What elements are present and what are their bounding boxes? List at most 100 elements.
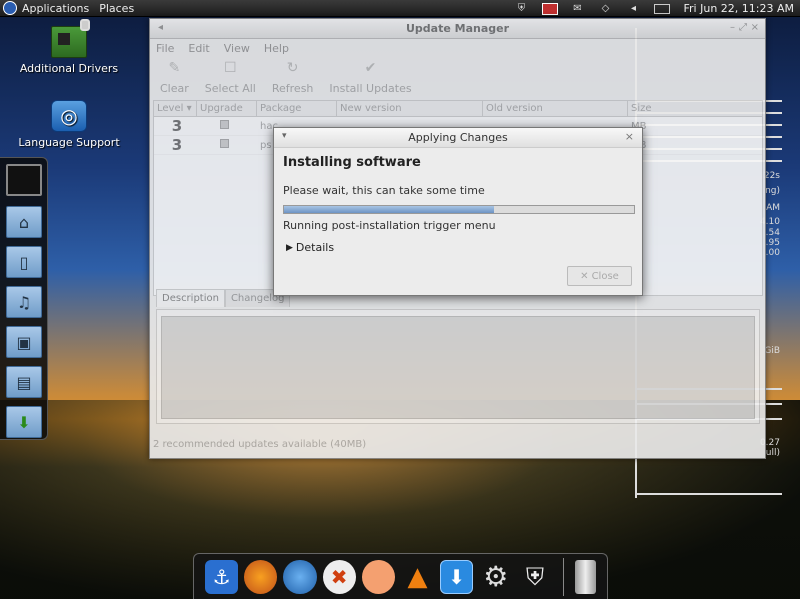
settings-gear-icon[interactable]: ⚙ <box>479 560 512 594</box>
menu-help[interactable]: Help <box>264 42 289 55</box>
conky-value: .00 <box>765 248 780 258</box>
upgrade-checkbox[interactable] <box>220 139 229 148</box>
top-panel: Applications Places ⛨ ✉ ◇ ◂ Fri Jun 22, … <box>0 0 800 17</box>
applications-menu[interactable]: Applications <box>22 2 89 15</box>
select-all-button[interactable]: ☐ Select All <box>205 60 256 95</box>
progress-status-text: Running post-installation trigger menu <box>283 219 496 232</box>
status-text: 2 recommended updates available (40MB) <box>153 439 367 450</box>
home-folder-icon[interactable]: ⌂ <box>6 206 42 238</box>
conky-value: AM <box>766 203 780 213</box>
volume-icon[interactable]: ◂ <box>626 3 642 15</box>
pictures-folder-icon[interactable]: ▣ <box>6 326 42 358</box>
conky-value: .54 <box>765 228 780 238</box>
select-all-label: Select All <box>204 82 256 95</box>
column-level[interactable]: Level ▾ <box>154 101 197 116</box>
thunderbird-icon[interactable] <box>283 559 317 594</box>
chat-icon[interactable]: ✖ <box>322 559 356 594</box>
conky-value: 22s <box>763 171 780 181</box>
dialog-close-icon[interactable]: × <box>625 130 634 143</box>
language-globe-icon: ◎ <box>51 100 87 132</box>
dialog-subtitle: Please wait, this can take some time <box>283 184 485 197</box>
column-size[interactable]: Size <box>628 101 762 116</box>
security-shield-icon[interactable]: ⛨ <box>518 560 551 594</box>
mail-icon[interactable]: ✉ <box>570 3 586 15</box>
maximize-icon[interactable]: ⤢ <box>739 22 747 33</box>
monitor-icon[interactable] <box>6 164 42 196</box>
close-label: Close <box>591 270 619 282</box>
close-icon[interactable]: × <box>751 22 759 33</box>
progress-fill <box>284 206 494 213</box>
documents-folder-icon[interactable]: ▯ <box>6 246 42 278</box>
applying-changes-dialog: ▾ Applying Changes × Installing software… <box>273 127 643 296</box>
menu-file[interactable]: File <box>156 42 174 55</box>
dialog-title: Applying Changes <box>408 131 508 144</box>
driver-chip-icon <box>51 19 90 58</box>
places-menu[interactable]: Places <box>99 2 134 15</box>
clear-button[interactable]: ✎ Clear <box>160 60 189 95</box>
close-button[interactable]: ✕ Close <box>567 266 632 286</box>
conky-value: ng) <box>765 186 780 196</box>
videos-folder-icon[interactable]: ▤ <box>6 366 42 398</box>
details-label: Details <box>295 241 335 254</box>
install-label: Install Updates <box>329 82 412 95</box>
window-titlebar[interactable]: ◂ Update Manager – ⤢ × <box>150 19 765 39</box>
downloads-folder-icon[interactable]: ⬇ <box>6 406 42 438</box>
firefox-icon[interactable] <box>244 559 278 594</box>
column-new-version[interactable]: New version <box>337 101 483 116</box>
conky-value: GiB <box>764 346 780 356</box>
download-icon[interactable]: ⬇ <box>440 559 474 594</box>
system-tray: ⛨ ✉ ◇ ◂ Fri Jun 22, 11:23 AM <box>508 0 800 17</box>
description-text-area[interactable] <box>161 316 755 419</box>
install-progress-bar <box>283 205 635 214</box>
install-updates-button[interactable]: ✔ Install Updates <box>329 60 411 95</box>
anchor-icon[interactable]: ⚓ <box>205 559 239 594</box>
keyboard-flag-icon[interactable] <box>541 2 558 15</box>
display-icon[interactable] <box>653 3 670 14</box>
conky-value: ull) <box>765 448 780 458</box>
details-tabs: Description Changelog <box>156 289 291 307</box>
conky-value: .95 <box>765 238 780 248</box>
description-panel <box>156 309 760 424</box>
row-level: 3 <box>171 136 183 154</box>
clear-label: Clear <box>160 82 189 95</box>
desktop-icon-additional-drivers[interactable]: Additional Drivers <box>14 19 124 75</box>
bottom-dock: ⚓ ✖ ▲ ⬇ ⚙ ⛨ <box>193 553 608 599</box>
refresh-button[interactable]: ↻ Refresh <box>272 60 314 95</box>
broom-icon: ✎ <box>168 60 181 76</box>
row-level: 3 <box>171 117 183 135</box>
refresh-label: Refresh <box>271 82 314 95</box>
menu-view[interactable]: View <box>224 42 250 55</box>
minimize-icon[interactable]: – <box>730 22 735 33</box>
vlc-icon[interactable]: ▲ <box>401 560 434 594</box>
toolbar: ✎ Clear ☐ Select All ↻ Refresh ✔ Install… <box>150 57 765 99</box>
media-player-icon[interactable] <box>361 559 395 594</box>
desktop-icon-language-support[interactable]: ◎ Language Support <box>14 100 124 149</box>
column-old-version[interactable]: Old version <box>483 101 628 116</box>
dialog-heading: Installing software <box>283 155 421 170</box>
trash-icon[interactable] <box>574 559 597 594</box>
tab-description[interactable]: Description <box>156 289 225 307</box>
select-all-icon: ☐ <box>224 60 237 76</box>
row-size: MB <box>631 120 647 132</box>
music-folder-icon[interactable]: ♫ <box>6 286 42 318</box>
refresh-icon: ↻ <box>286 60 299 76</box>
install-icon: ✔ <box>364 60 377 76</box>
column-package[interactable]: Package <box>257 101 337 116</box>
dock-separator <box>562 557 564 596</box>
details-expander[interactable]: ▶ Details <box>286 241 334 254</box>
row-size: MB <box>628 140 762 151</box>
network-icon[interactable]: ◇ <box>598 3 614 15</box>
update-shield-icon[interactable]: ⛨ <box>514 3 530 15</box>
left-dock: ⌂ ▯ ♫ ▣ ▤ ⬇ <box>0 157 48 440</box>
distro-logo-icon[interactable] <box>3 1 17 15</box>
menu-edit[interactable]: Edit <box>188 42 209 55</box>
window-title: Update Manager <box>405 22 510 35</box>
expander-arrow-icon: ▶ <box>286 242 293 253</box>
close-x-icon: ✕ <box>580 270 589 282</box>
panel-clock[interactable]: Fri Jun 22, 11:23 AM <box>684 2 795 15</box>
menubar: File Edit View Help <box>150 39 765 57</box>
column-upgrade[interactable]: Upgrade <box>197 101 257 116</box>
upgrade-checkbox[interactable] <box>220 120 229 129</box>
dialog-titlebar[interactable]: ▾ Applying Changes × <box>274 128 642 148</box>
desktop-icon-label: Additional Drivers <box>19 62 119 75</box>
